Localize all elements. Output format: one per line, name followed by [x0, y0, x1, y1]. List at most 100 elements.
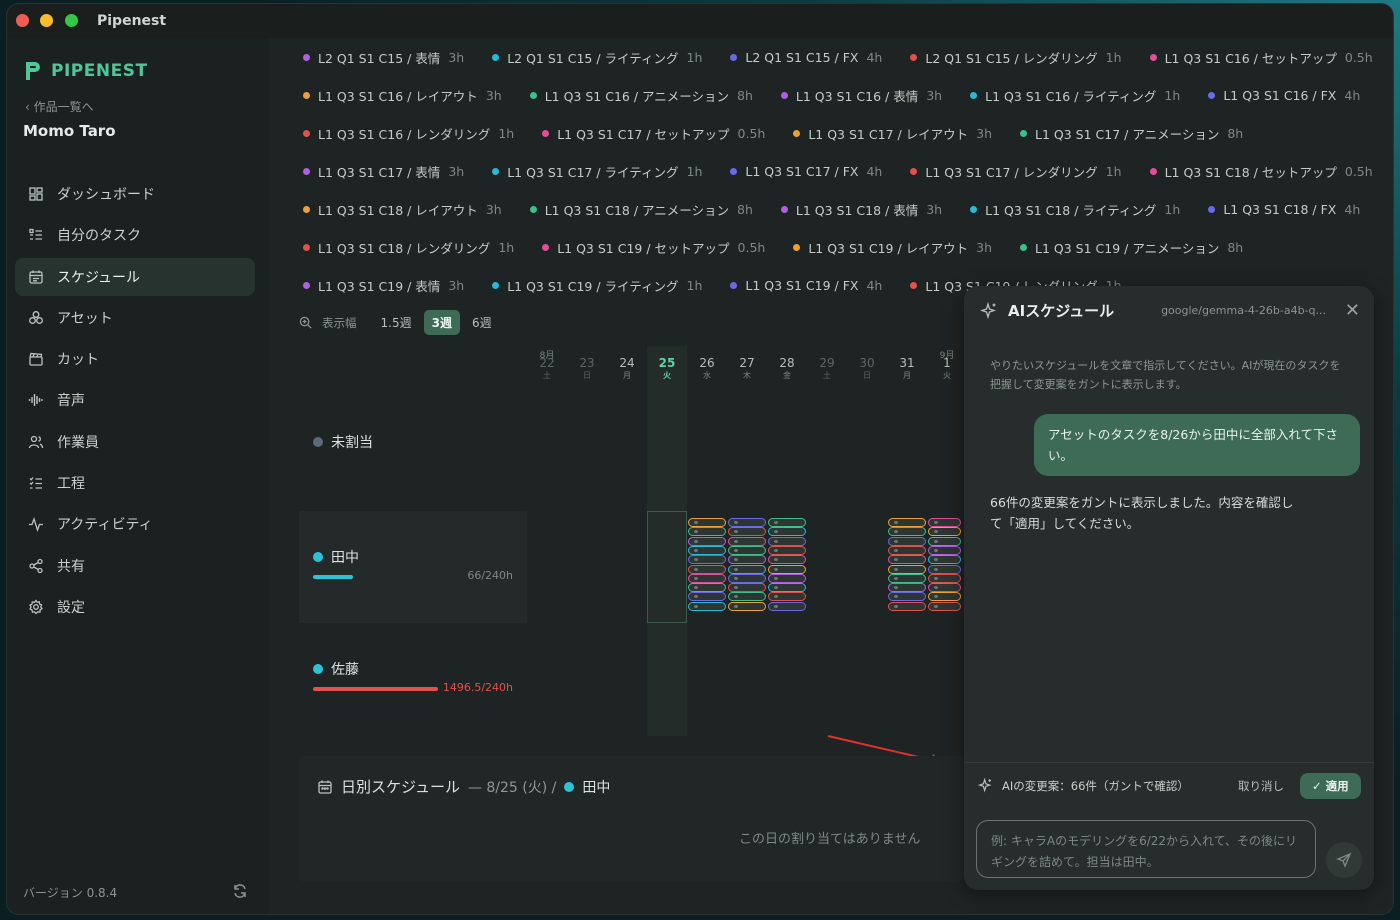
proposed-task-bar[interactable]: [688, 592, 726, 602]
task-chip[interactable]: L1 Q3 S1 C16 / アニメーション 8h: [529, 86, 753, 105]
proposed-task-bar[interactable]: [928, 527, 961, 537]
sidebar-item-waveform[interactable]: 音声: [15, 381, 255, 419]
proposed-task-bar[interactable]: [768, 518, 806, 527]
proposed-task-bar[interactable]: [768, 592, 806, 602]
sidebar-item-asset[interactable]: アセット: [15, 299, 255, 337]
proposed-task-bar[interactable]: [728, 555, 766, 565]
proposed-task-bar[interactable]: [688, 564, 726, 574]
proposed-task-bar[interactable]: [728, 583, 766, 593]
sidebar-item-checklist[interactable]: 工程: [15, 464, 255, 502]
sidebar-item-clapperboard[interactable]: カット: [15, 340, 255, 378]
task-chip[interactable]: L1 Q3 S1 C17 / レンダリング 1h: [910, 162, 1122, 181]
proposed-task-bar[interactable]: [888, 564, 926, 574]
proposed-task-bar[interactable]: [768, 583, 806, 593]
task-chip[interactable]: L1 Q3 S1 C18 / セットアップ 0.5h: [1149, 162, 1373, 181]
task-chip[interactable]: L1 Q3 S1 C18 / アニメーション 8h: [529, 200, 753, 219]
proposed-task-bar[interactable]: [728, 545, 766, 555]
send-button[interactable]: [1326, 842, 1362, 878]
apply-proposal-button[interactable]: ✓ 適用: [1300, 772, 1361, 799]
refresh-icon[interactable]: [232, 883, 248, 899]
close-icon[interactable]: ✕: [1345, 300, 1360, 321]
proposed-task-bar[interactable]: [728, 592, 766, 602]
gantt-row-header[interactable]: 佐藤 1496.5/240h: [299, 623, 527, 735]
proposed-task-bar[interactable]: [688, 583, 726, 593]
proposed-task-bar[interactable]: [688, 545, 726, 555]
proposed-task-bar[interactable]: [768, 545, 806, 555]
proposed-task-bar[interactable]: [768, 601, 806, 611]
proposed-task-bar[interactable]: [728, 536, 766, 546]
gantt-row-header[interactable]: 田中 66/240h: [299, 511, 527, 623]
proposed-task-bar[interactable]: [768, 527, 806, 537]
task-chip[interactable]: L1 Q3 S1 C19 / セットアップ 0.5h: [542, 238, 765, 257]
proposed-task-bar[interactable]: [728, 564, 766, 574]
proposed-task-bar[interactable]: [888, 573, 926, 583]
ai-model-name[interactable]: google/gemma-4-26b-a4b-q...: [1161, 304, 1326, 317]
task-chip[interactable]: L1 Q3 S1 C16 / 表情 3h: [780, 86, 942, 105]
gantt-row-header[interactable]: 未割当: [299, 404, 527, 509]
proposed-task-bar[interactable]: [688, 527, 726, 537]
task-chip[interactable]: L1 Q3 S1 C19 / レイアウト 3h: [793, 238, 992, 257]
sidebar-item-dashboard[interactable]: ダッシュボード: [15, 175, 255, 213]
proposed-task-bar[interactable]: [888, 545, 926, 555]
proposed-task-bar[interactable]: [888, 527, 926, 537]
sidebar-item-activity[interactable]: アクティビティ: [15, 505, 255, 543]
zoom-option[interactable]: 6週: [464, 310, 500, 335]
task-chip[interactable]: L1 Q3 S1 C19 / FX 4h: [730, 278, 882, 293]
sidebar-item-calendar[interactable]: スケジュール: [15, 257, 255, 296]
proposed-task-bar[interactable]: [768, 573, 806, 583]
sidebar-item-task-list[interactable]: 自分のタスク: [15, 216, 255, 254]
task-chip[interactable]: L1 Q3 S1 C17 / レイアウト 3h: [793, 124, 992, 143]
zoom-option[interactable]: 3週: [423, 310, 460, 335]
task-chip[interactable]: L2 Q1 S1 C15 / ライティング 1h: [492, 48, 702, 67]
task-chip[interactable]: L1 Q3 S1 C19 / アニメーション 8h: [1020, 238, 1243, 257]
task-chip[interactable]: L1 Q3 S1 C16 / レンダリング 1h: [303, 124, 514, 143]
proposed-task-bar[interactable]: [928, 583, 961, 593]
proposed-task-bar[interactable]: [928, 536, 961, 546]
minimize-window-button[interactable]: [40, 14, 53, 27]
sidebar-item-gear[interactable]: 設定: [15, 588, 255, 626]
task-chip[interactable]: L1 Q3 S1 C16 / レイアウト 3h: [303, 86, 502, 105]
task-chip[interactable]: L1 Q3 S1 C19 / ライティング 1h: [492, 276, 702, 295]
task-chip[interactable]: L1 Q3 S1 C17 / FX 4h: [730, 164, 882, 179]
task-chip[interactable]: L2 Q1 S1 C15 / レンダリング 1h: [910, 48, 1122, 67]
proposed-task-bar[interactable]: [928, 555, 961, 565]
proposed-task-bar[interactable]: [728, 527, 766, 537]
zoom-option[interactable]: 1.5週: [373, 310, 420, 335]
zoom-window-button[interactable]: [65, 14, 78, 27]
task-chip[interactable]: L1 Q3 S1 C18 / ライティング 1h: [970, 200, 1180, 219]
proposed-task-bar[interactable]: [688, 518, 726, 527]
close-window-button[interactable]: [16, 14, 29, 27]
task-chip[interactable]: L1 Q3 S1 C18 / 表情 3h: [780, 200, 942, 219]
task-chip[interactable]: L2 Q1 S1 C15 / FX 4h: [730, 50, 882, 65]
proposed-task-bar[interactable]: [688, 536, 726, 546]
selected-cell[interactable]: [647, 511, 687, 623]
sidebar-item-people[interactable]: 作業員: [15, 423, 255, 461]
task-chip[interactable]: L1 Q3 S1 C18 / レイアウト 3h: [303, 200, 502, 219]
proposed-task-bar[interactable]: [688, 555, 726, 565]
proposed-task-bar[interactable]: [888, 536, 926, 546]
cancel-proposal-button[interactable]: 取り消し: [1238, 778, 1284, 794]
logo[interactable]: PIPENEST: [23, 60, 148, 82]
back-to-projects-link[interactable]: ‹ 作品一覧へ: [25, 98, 94, 115]
sidebar-item-share[interactable]: 共有: [15, 547, 255, 585]
task-chip[interactable]: L1 Q3 S1 C16 / ライティング 1h: [970, 86, 1180, 105]
task-chip[interactable]: L1 Q3 S1 C19 / 表情 3h: [303, 276, 464, 295]
proposed-task-bar[interactable]: [888, 583, 926, 593]
proposed-task-bar[interactable]: [888, 601, 926, 611]
proposed-task-bar[interactable]: [928, 601, 961, 611]
task-chip[interactable]: L1 Q3 S1 C17 / 表情 3h: [303, 162, 464, 181]
proposed-task-bar[interactable]: [728, 518, 766, 527]
ai-prompt-input[interactable]: 例: キャラAのモデリングを6/22から入れて、その後にリギングを詰めて。担当は…: [976, 820, 1316, 878]
task-chip[interactable]: L1 Q3 S1 C16 / FX 4h: [1208, 88, 1360, 103]
proposed-task-bar[interactable]: [768, 536, 806, 546]
task-chip[interactable]: L1 Q3 S1 C17 / セットアップ 0.5h: [542, 124, 765, 143]
task-chip[interactable]: L1 Q3 S1 C18 / レンダリング 1h: [303, 238, 514, 257]
proposed-task-bar[interactable]: [928, 592, 961, 602]
proposed-task-bar[interactable]: [728, 601, 766, 611]
proposed-task-bar[interactable]: [688, 573, 726, 583]
proposed-task-bar[interactable]: [768, 555, 806, 565]
proposed-task-bar[interactable]: [888, 555, 926, 565]
proposed-task-bar[interactable]: [928, 573, 961, 583]
task-chip[interactable]: L1 Q3 S1 C17 / ライティング 1h: [492, 162, 702, 181]
task-chip[interactable]: L1 Q3 S1 C16 / セットアップ 0.5h: [1149, 48, 1373, 67]
